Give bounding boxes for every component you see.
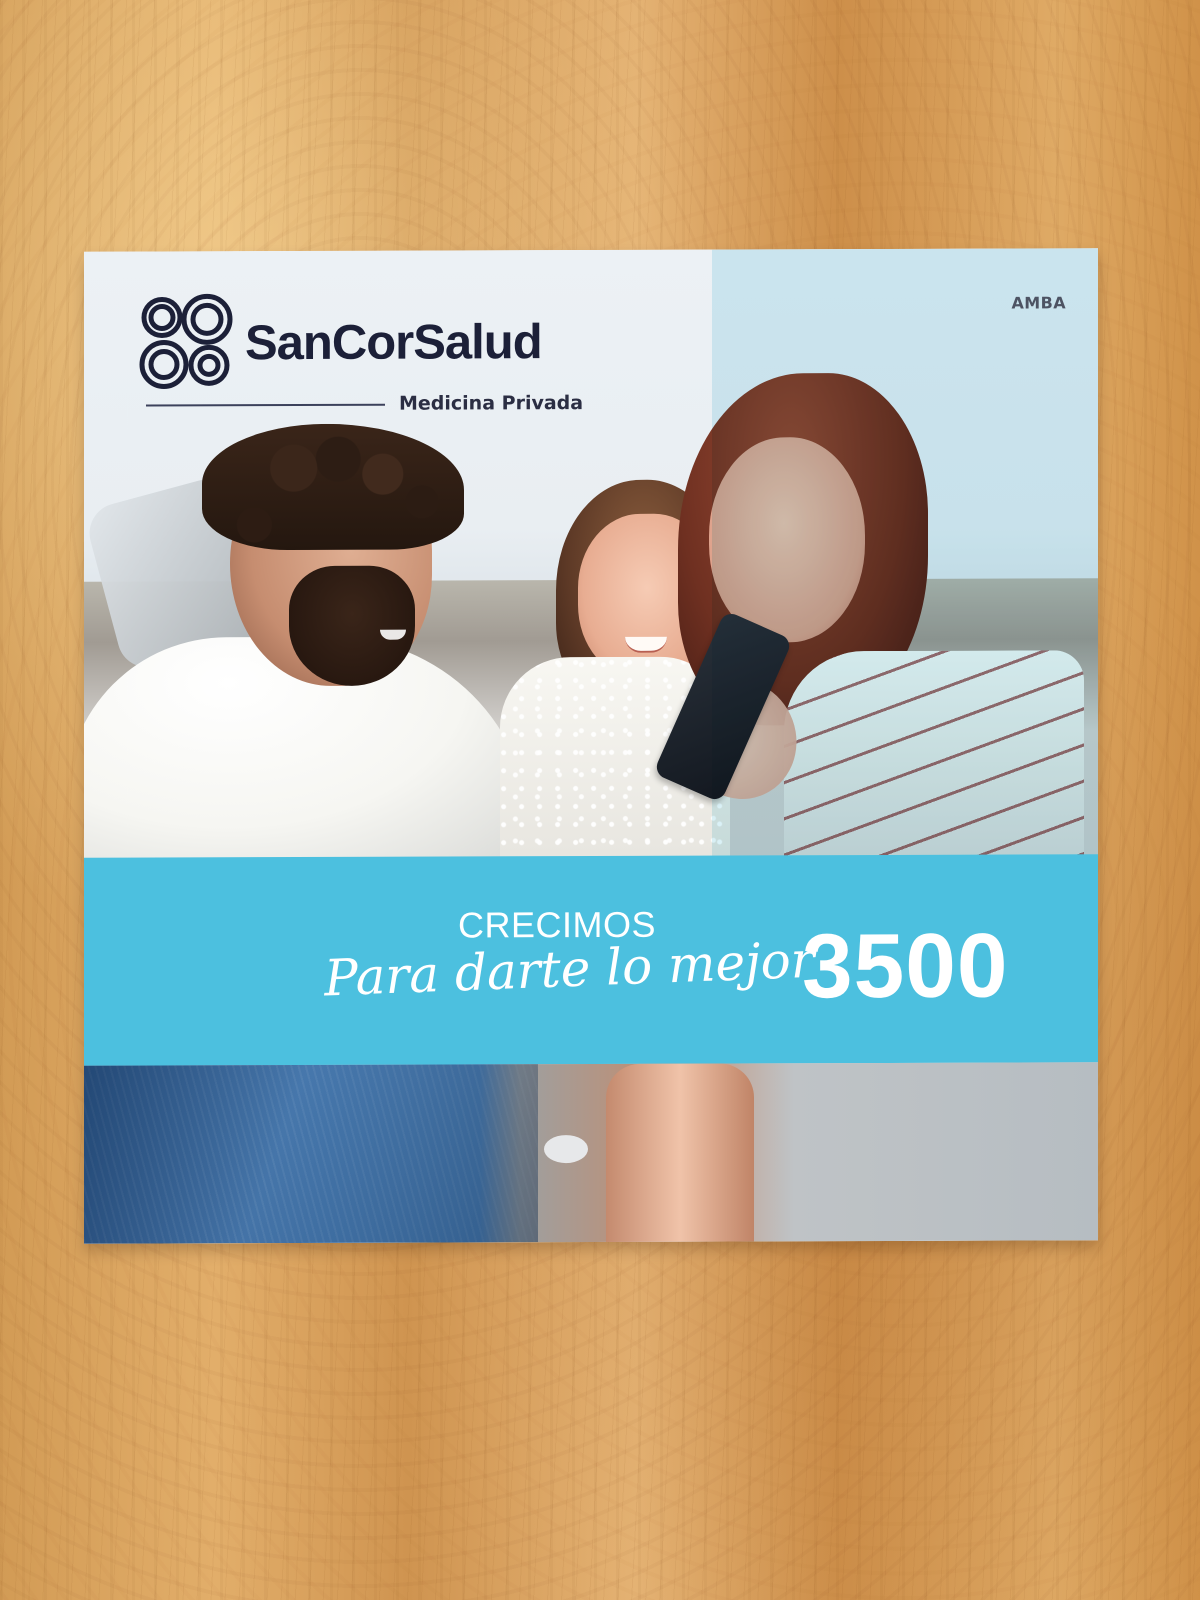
sancorsalud-logo-icon [139, 293, 233, 389]
region-label: AMBA [1011, 293, 1067, 313]
brochure-subtitle: Medicina Privada [398, 392, 584, 415]
sancorsalud-brochure: SanCorSalud Medicina Privada AMBA CRECIM… [83, 248, 1099, 1244]
man-beard [288, 565, 415, 687]
banner-number: 3500 [802, 915, 1009, 1018]
brand-name: SanCorSalud [244, 315, 542, 371]
girl-leg [606, 1063, 755, 1242]
white-shoe [543, 1135, 588, 1164]
blue-color-overlay [712, 248, 1099, 860]
man-jeans [83, 1064, 538, 1244]
sancorsalud-logo: SanCorSalud [136, 290, 596, 392]
